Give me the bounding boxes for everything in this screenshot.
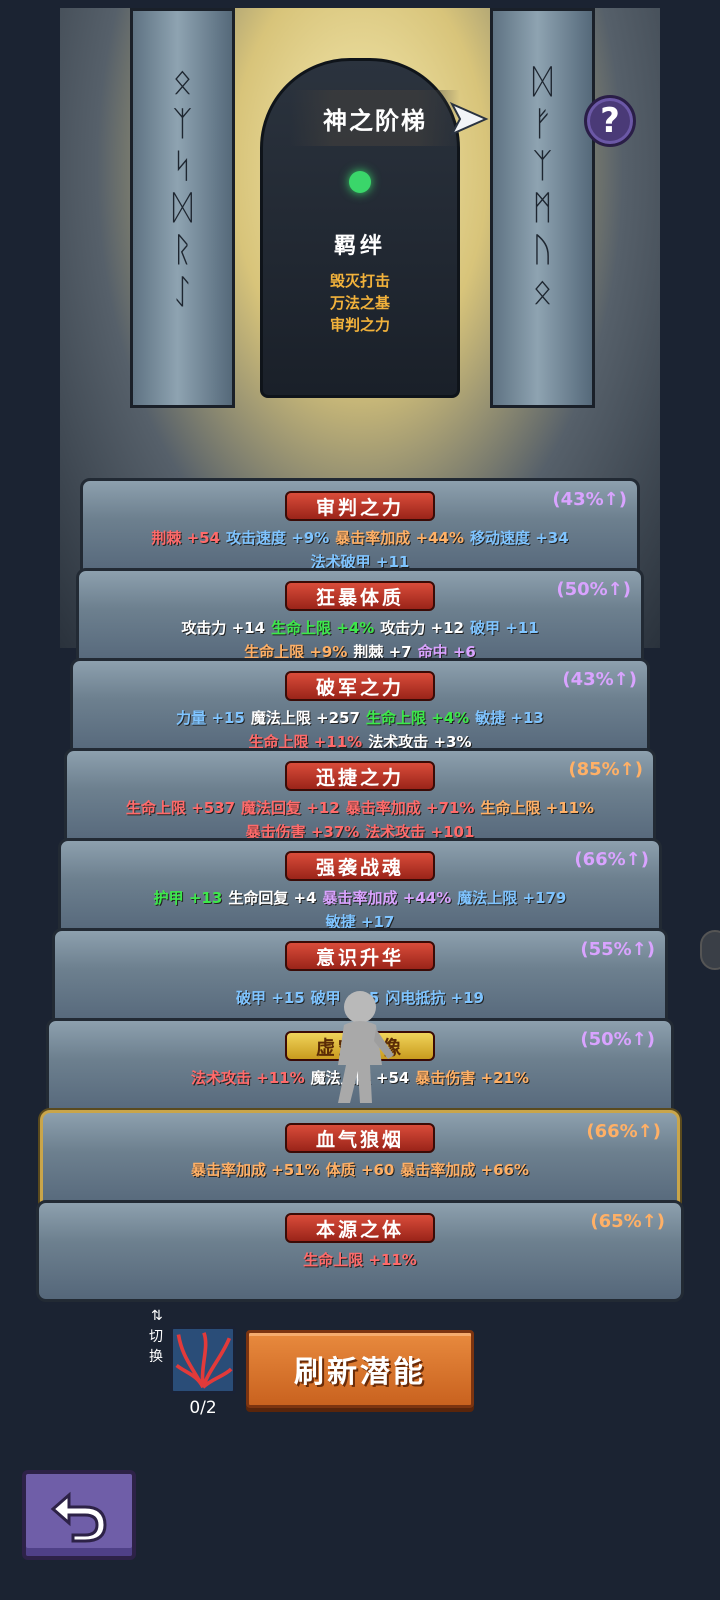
- rune-pillar-left: ᛟᛉᛋᛞᚱᛇ: [130, 8, 235, 408]
- step-title: 血气狼烟: [285, 1123, 435, 1153]
- potential-step[interactable]: 狂暴体质 (50%↑) 攻击力 +14 生命上限 +4% 攻击力 +12 破甲 +11…: [76, 568, 644, 668]
- player-figure: [338, 991, 394, 1103]
- step-title: 本源之体: [285, 1213, 435, 1243]
- step-percent: (85%↑): [568, 759, 643, 780]
- potential-step[interactable]: 审判之力 (43%↑) 荆棘 +54 攻击速度 +9% 暴击率加成 +44% 移动速度…: [80, 478, 640, 578]
- item-count: 0/2: [189, 1398, 217, 1418]
- step-title: 强袭战魂: [285, 851, 435, 881]
- stat-entry: 攻击力 +12: [380, 619, 464, 637]
- stat-entry: 移动速度 +34: [469, 529, 569, 547]
- bond-panel: 羁绊 毁灭打击 万法之基 审判之力: [305, 228, 415, 353]
- stat-entry: 魔法回复 +12: [241, 799, 340, 817]
- stat-entry: 暴击伤害 +21%: [415, 1069, 530, 1087]
- stat-entry: 生命上限 +4%: [271, 619, 375, 637]
- step-percent: (43%↑): [552, 489, 627, 510]
- potential-step[interactable]: 破军之力 (43%↑) 力量 +15 魔法上限 +257 生命上限 +4% 敏捷 +1…: [70, 658, 650, 758]
- stat-entry: 暴击率加成 +66%: [400, 1161, 530, 1179]
- step-title: 审判之力: [285, 491, 435, 521]
- refresh-potential-button[interactable]: 刷新潜能: [246, 1330, 474, 1408]
- stat-entry: 生命上限 +11%: [303, 1251, 417, 1269]
- potential-step-selected[interactable]: 血气狼烟 (66%↑) 暴击率加成 +51% 体质 +60 暴击率加成 +66%: [40, 1110, 680, 1212]
- step-title: 意识升华: [285, 941, 435, 971]
- stat-entry: 法术攻击 +11%: [190, 1069, 305, 1087]
- stat-entry: 生命上限 +537: [125, 799, 236, 817]
- stat-entry: 护甲 +13: [153, 889, 223, 907]
- stat-entry: 攻击力 +14: [181, 619, 266, 637]
- stat-entry: 暴击率加成 +44%: [335, 529, 464, 547]
- stat-entry: 破甲 +11: [469, 619, 539, 637]
- stat-entry: 破甲 +15: [235, 989, 305, 1007]
- step-title: 迅捷之力: [285, 761, 435, 791]
- potential-step[interactable]: 迅捷之力 (85%↑) 生命上限 +537 魔法回复 +12 暴击率加成 +71% 生…: [64, 748, 656, 848]
- page-title: 神之阶梯: [290, 90, 460, 146]
- stat-line: 生命上限 +537 魔法回复 +12 暴击率加成 +71% 生命上限 +11%: [67, 797, 653, 818]
- step-percent: (55%↑): [580, 939, 655, 960]
- side-drawer-handle[interactable]: [700, 930, 720, 970]
- step-percent: (50%↑): [580, 1029, 655, 1050]
- stat-line: 生命上限 +11%: [39, 1249, 681, 1270]
- swap-arrows-icon[interactable]: ⇅: [151, 1308, 163, 1324]
- potential-step[interactable]: 本源之体 (65%↑) 生命上限 +11%: [36, 1200, 684, 1302]
- stat-entry: 生命上限 +4%: [365, 709, 470, 727]
- bond-item: 审判之力: [329, 316, 390, 334]
- step-percent: (65%↑): [590, 1211, 665, 1232]
- stat-line: 护甲 +13 生命回复 +4 暴击率加成 +44% 魔法上限 +179: [61, 887, 659, 908]
- step-percent: (50%↑): [556, 579, 631, 600]
- switch-label[interactable]: 切换: [146, 1327, 166, 1367]
- step-percent: (66%↑): [586, 1121, 661, 1142]
- stat-entry: 体质 +60: [325, 1161, 395, 1179]
- stat-entry: 生命上限 +11%: [480, 799, 595, 817]
- back-button[interactable]: [22, 1470, 136, 1560]
- stat-line: 攻击力 +14 生命上限 +4% 攻击力 +12 破甲 +11: [79, 617, 641, 638]
- send-arrow-icon[interactable]: [448, 98, 490, 140]
- rune-pillar-right: ᛞᚠᛉᛗᚢᛟ: [490, 8, 595, 408]
- stat-entry: 荆棘 +54: [151, 529, 221, 547]
- red-tentacle-item-icon[interactable]: [170, 1326, 236, 1394]
- step-title: 破军之力: [285, 671, 435, 701]
- stat-entry: 魔法上限 +257: [250, 709, 360, 727]
- stat-entry: 暴击率加成 +71%: [345, 799, 475, 817]
- stat-entry: 暴击率加成 +51%: [190, 1161, 320, 1179]
- help-icon[interactable]: ?: [584, 95, 636, 147]
- stat-entry: 力量 +15: [176, 709, 245, 727]
- stat-line: 暴击率加成 +51% 体质 +60 暴击率加成 +66%: [43, 1159, 677, 1180]
- stat-entry: 攻击速度 +9%: [226, 529, 330, 547]
- stat-line: 荆棘 +54 攻击速度 +9% 暴击率加成 +44% 移动速度 +34: [83, 527, 637, 548]
- green-gem-icon: [349, 171, 371, 193]
- stat-entry: 魔法上限 +179: [457, 889, 567, 907]
- step-title: 狂暴体质: [285, 581, 435, 611]
- stat-entry: 闪电抵抗 +19: [385, 989, 484, 1007]
- potential-step[interactable]: 强袭战魂 (66%↑) 护甲 +13 生命回复 +4 暴击率加成 +44% 魔法上限 …: [58, 838, 662, 938]
- stat-entry: 敏捷 +13: [475, 709, 544, 727]
- bond-item: 万法之基: [329, 294, 390, 312]
- step-percent: (43%↑): [562, 669, 637, 690]
- bond-item: 毁灭打击: [329, 272, 390, 290]
- stat-entry: 暴击率加成 +44%: [322, 889, 452, 907]
- undo-arrow-icon: [50, 1491, 107, 1543]
- stat-line: 力量 +15 魔法上限 +257 生命上限 +4% 敏捷 +13: [73, 707, 647, 728]
- stat-entry: 生命回复 +4: [228, 889, 317, 907]
- bond-title: 羁绊: [333, 234, 386, 259]
- step-percent: (66%↑): [574, 849, 649, 870]
